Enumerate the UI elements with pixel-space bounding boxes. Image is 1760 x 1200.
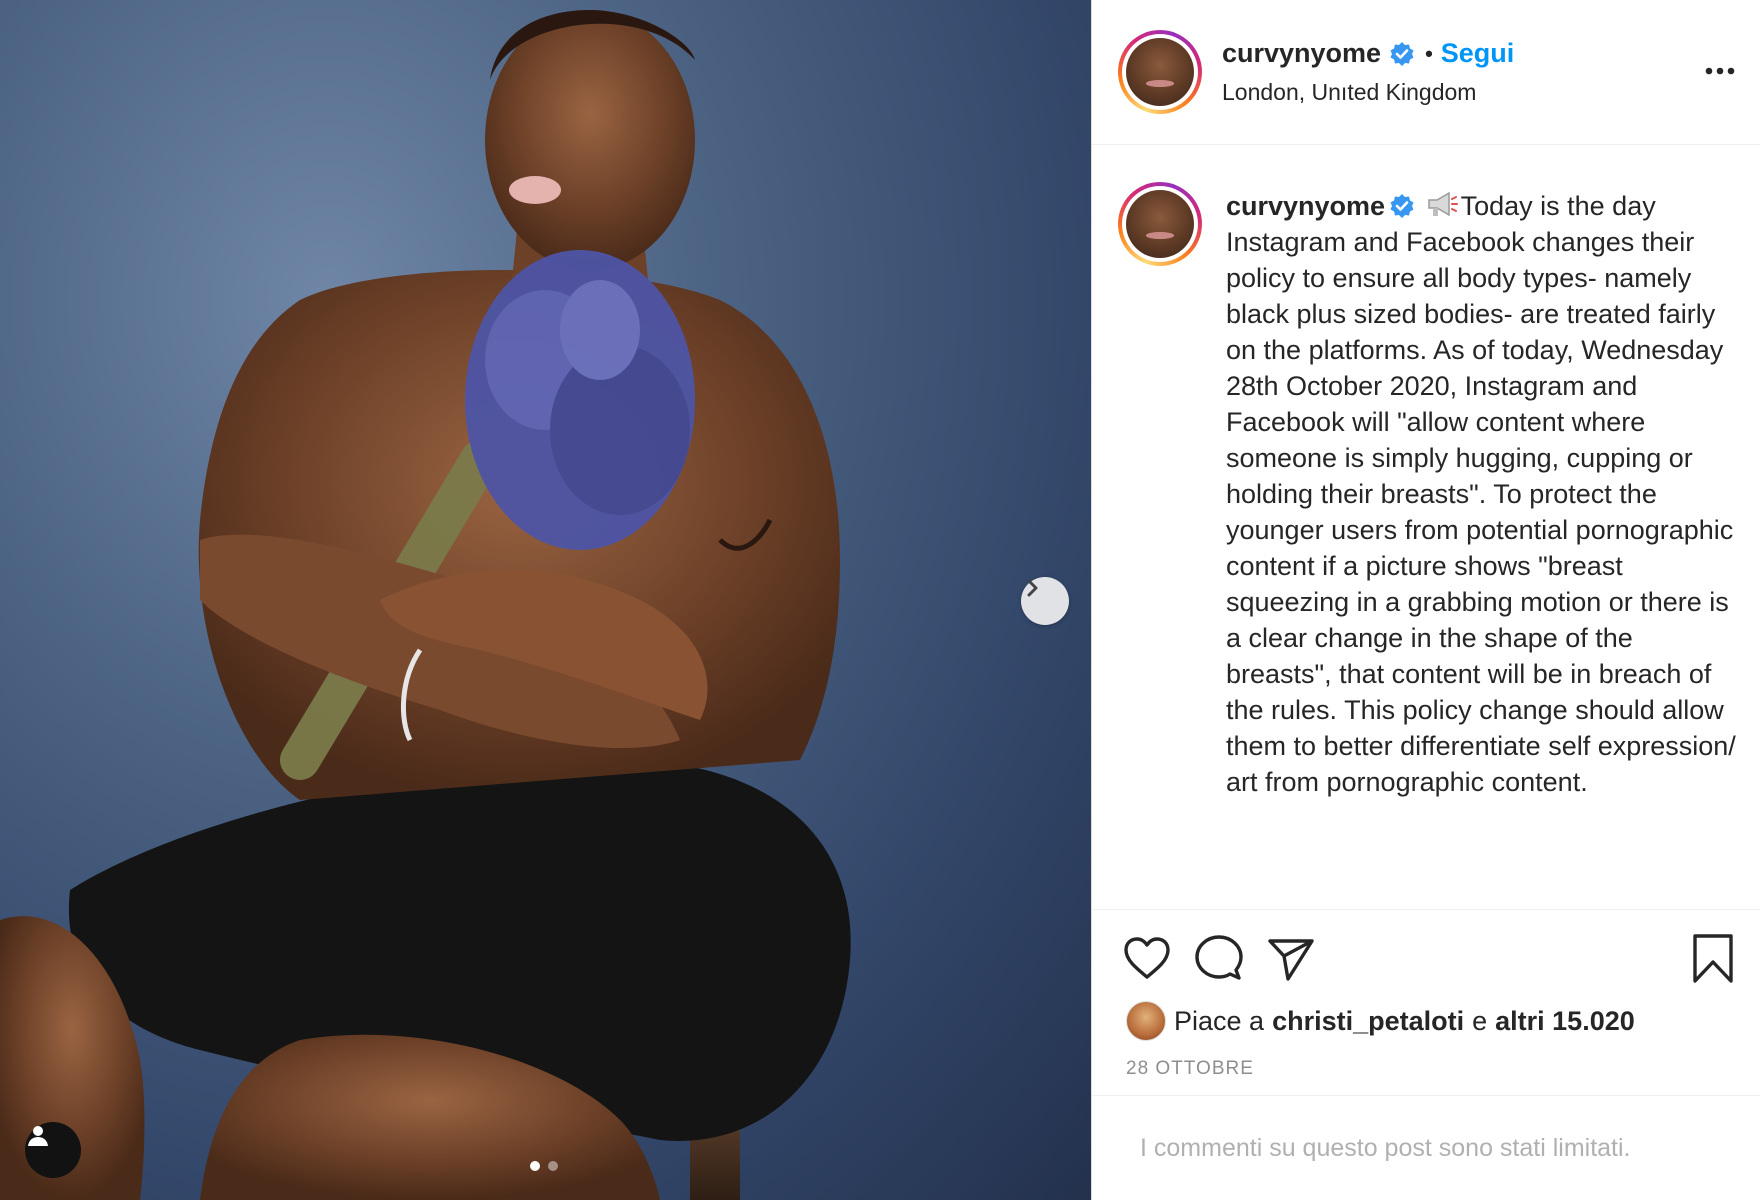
likes-count[interactable]: altri 15.020: [1495, 1006, 1635, 1037]
caption-author-avatar[interactable]: [1118, 182, 1202, 266]
bookmark-icon: [1693, 934, 1733, 983]
separator-dot: •: [1425, 40, 1433, 66]
caption: curvynyome Today is the day Instagram an…: [1226, 188, 1741, 800]
comments-section: I commenti su questo post sono stati lim…: [1092, 1095, 1760, 1200]
author-username[interactable]: curvynyome: [1222, 38, 1381, 69]
likes-summary: Piace a christi_petaloti e altri 15.020: [1126, 1001, 1635, 1041]
liker-avatar[interactable]: [1126, 1001, 1166, 1041]
person-tag-icon: [28, 1126, 48, 1146]
author-avatar[interactable]: [1118, 30, 1202, 114]
comment-button[interactable]: [1192, 932, 1246, 986]
caption-area: curvynyome Today is the day Instagram an…: [1092, 146, 1760, 910]
author-info: curvynyome • Segui: [1222, 38, 1514, 69]
more-options-icon: [1705, 67, 1735, 75]
action-bar: [1092, 926, 1760, 992]
heart-icon: [1124, 937, 1170, 979]
post-side-panel: curvynyome • Segui London, Unıted Kingdo…: [1091, 0, 1760, 1200]
like-button[interactable]: [1120, 932, 1174, 986]
carousel-dots: [530, 1161, 558, 1171]
liker-username[interactable]: christi_petaloti: [1272, 1006, 1464, 1037]
post-photo[interactable]: [0, 0, 1091, 1200]
carousel-dot-active: [530, 1161, 540, 1171]
caption-username[interactable]: curvynyome: [1226, 191, 1385, 221]
verified-badge-icon: [1389, 192, 1415, 218]
caption-body: Today is the day Instagram and Facebook …: [1226, 191, 1736, 797]
megaphone-icon: [1425, 189, 1459, 219]
chevron-right-icon: [1027, 579, 1038, 597]
post-date[interactable]: 28 OTTOBRE: [1126, 1058, 1254, 1080]
share-button[interactable]: [1264, 932, 1318, 986]
tagged-users-button[interactable]: [25, 1122, 81, 1178]
more-options-button[interactable]: [1700, 56, 1740, 86]
save-button[interactable]: [1686, 932, 1740, 986]
carousel-next-button[interactable]: [1021, 577, 1069, 625]
comments-limited-notice: I commenti su questo post sono stati lim…: [1140, 1134, 1631, 1162]
follow-button[interactable]: Segui: [1441, 38, 1515, 69]
post-header: curvynyome • Segui London, Unıted Kingdo…: [1092, 0, 1760, 145]
carousel-dot: [548, 1161, 558, 1171]
photo-illustration: [0, 10, 851, 1200]
comment-bubble-icon: [1195, 935, 1243, 980]
likes-prefix: Piace a: [1174, 1005, 1265, 1036]
verified-badge-icon: [1389, 41, 1415, 67]
likes-joiner: e: [1472, 1005, 1488, 1036]
post-location[interactable]: London, Unıted Kingdom: [1222, 79, 1476, 106]
paper-plane-icon: [1268, 939, 1314, 981]
